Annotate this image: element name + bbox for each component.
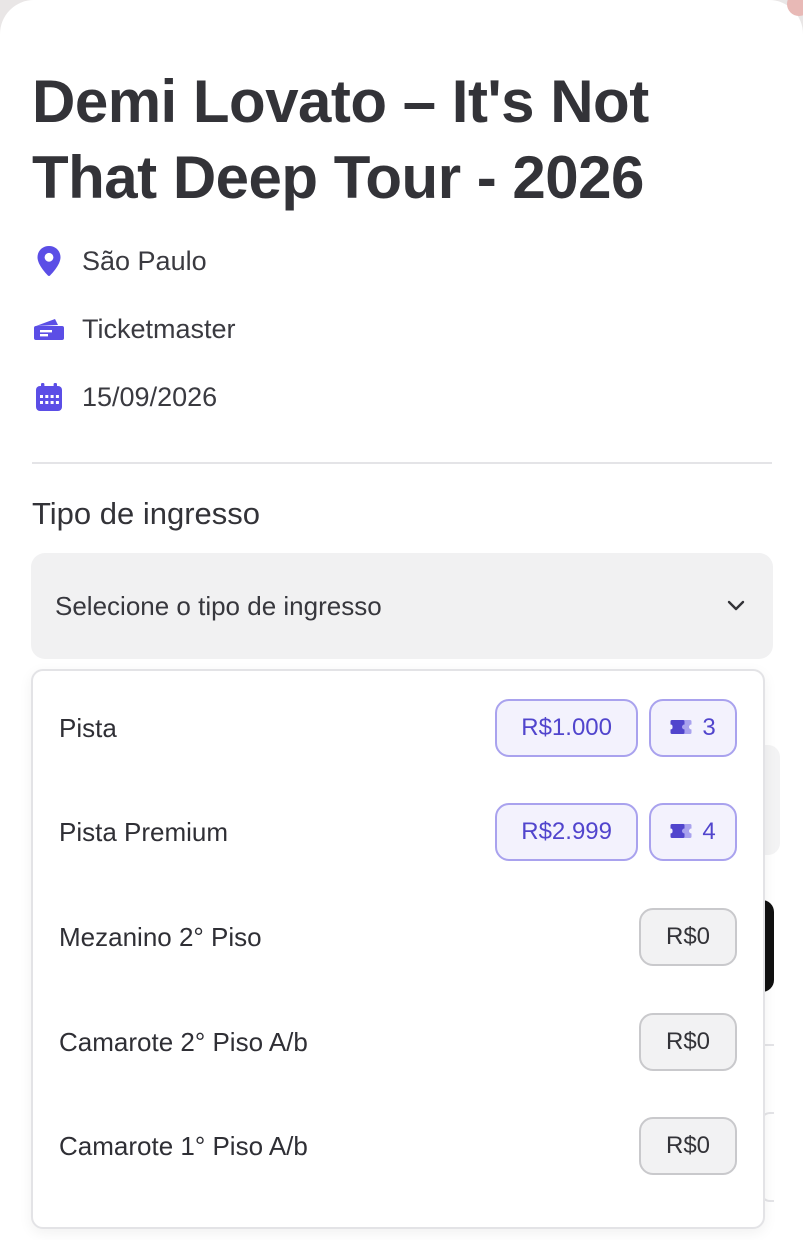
event-city: São Paulo xyxy=(82,245,207,276)
price-badge: R$0 xyxy=(639,1117,737,1175)
ticket-option-name: Pista Premium xyxy=(59,816,229,847)
event-platform-row: Ticketmaster xyxy=(32,311,236,347)
event-platform: Ticketmaster xyxy=(82,313,236,344)
event-date-row: 15/09/2026 xyxy=(32,379,217,415)
ticket-option-camarote-2-piso[interactable]: Camarote 2° Piso A/b R$0 xyxy=(33,990,763,1094)
ticket-type-label: Tipo de ingresso xyxy=(32,496,261,531)
ticket-type-select[interactable]: Selecione o tipo de ingresso xyxy=(31,553,773,659)
ticket-icon xyxy=(32,312,66,346)
event-location-row: São Paulo xyxy=(32,243,207,279)
ticket-option-pista[interactable]: Pista R$1.000 3 xyxy=(33,676,763,780)
background-avatar-peek xyxy=(787,0,803,16)
ticket-type-placeholder: Selecione o tipo de ingresso xyxy=(55,590,382,621)
price-badge: R$0 xyxy=(639,908,737,966)
ticket-stack-icon xyxy=(670,818,692,846)
event-title: Demi Lovato – It's Not That Deep Tour - … xyxy=(32,68,649,211)
calendar-icon xyxy=(32,380,66,414)
ticket-option-pista-premium[interactable]: Pista Premium R$2.999 4 xyxy=(33,780,763,884)
ticket-option-name: Pista xyxy=(59,712,117,743)
ticket-type-dropdown: Pista R$1.000 3 Pista Premium R$2.999 4 … xyxy=(31,669,765,1229)
price-badge: R$1.000 xyxy=(495,699,638,757)
ticket-stack-icon xyxy=(670,714,692,742)
ticket-option-name: Camarote 2° Piso A/b xyxy=(59,1026,308,1057)
price-badge: R$2.999 xyxy=(495,803,638,861)
ticket-option-name: Camarote 1° Piso A/b xyxy=(59,1130,308,1161)
location-pin-icon xyxy=(32,244,66,278)
event-card: Demi Lovato – It's Not That Deep Tour - … xyxy=(0,0,803,1240)
ticket-count-badge: 4 xyxy=(649,803,737,861)
ticket-option-camarote-1-piso[interactable]: Camarote 1° Piso A/b R$0 xyxy=(33,1094,763,1198)
ticket-count: 4 xyxy=(702,818,716,845)
event-date: 15/09/2026 xyxy=(82,381,218,412)
ticket-option-mezanino-2-piso[interactable]: Mezanino 2° Piso R$0 xyxy=(33,885,763,989)
section-divider xyxy=(32,462,772,464)
ticket-option-name: Mezanino 2° Piso xyxy=(59,921,262,952)
price-badge: R$0 xyxy=(639,1013,737,1071)
ticket-count: 3 xyxy=(702,714,716,741)
ticket-count-badge: 3 xyxy=(649,699,737,757)
chevron-down-icon xyxy=(723,593,749,619)
